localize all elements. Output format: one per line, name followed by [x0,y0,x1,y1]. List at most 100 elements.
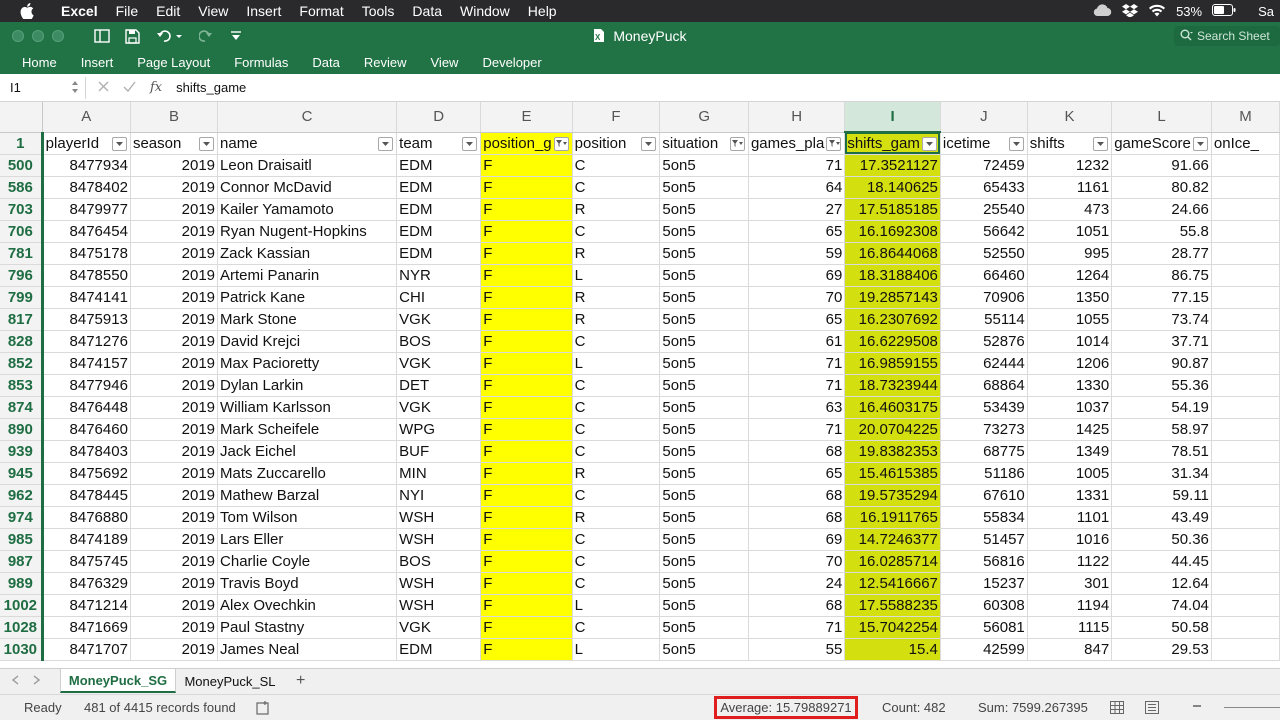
table-cell[interactable]: 12.64 [1111,572,1212,595]
menu-edit[interactable]: Edit [147,3,189,19]
name-box[interactable]: I1 [4,76,86,99]
row-header[interactable]: 945 [0,462,44,485]
tab-home[interactable]: Home [0,55,69,70]
row-header[interactable]: 1028 [0,616,44,639]
table-cell-empty[interactable] [1211,506,1280,529]
header-cell[interactable]: season [130,132,219,155]
table-cell[interactable]: 5on5 [659,572,749,595]
table-cell[interactable]: 90.87 [1111,352,1212,375]
table-cell[interactable]: 50.36 [1111,528,1212,551]
table-cell[interactable]: Lars Eller [217,528,398,551]
table-cell[interactable]: Mats Zuccarello [217,462,398,485]
table-cell-empty[interactable] [1211,154,1280,177]
tab-view[interactable]: View [419,55,471,70]
filter-dropdown-icon[interactable] [1192,136,1208,151]
scroll-sheets-left-icon[interactable] [11,675,19,688]
table-cell[interactable]: 8471214 [42,594,131,617]
table-cell[interactable]: C [572,550,661,573]
table-cell[interactable]: 2019 [130,176,219,199]
table-cell[interactable]: 29.53 [1111,638,1212,661]
table-cell[interactable]: F [480,374,573,397]
table-cell[interactable]: 8471669 [42,616,131,639]
table-cell[interactable]: R [572,462,661,485]
zoom-slider[interactable] [1224,707,1280,708]
table-cell[interactable]: WSH [396,572,482,595]
table-cell[interactable]: 74.04 [1111,594,1212,617]
table-cell[interactable]: C [572,572,661,595]
table-cell[interactable]: R [572,286,661,309]
column-header-e[interactable]: E [480,102,573,133]
table-cell[interactable]: 18.140625 [844,176,941,199]
table-cell[interactable]: VGK [396,396,482,419]
table-cell[interactable]: 1194 [1027,594,1113,617]
table-cell[interactable]: 1037 [1027,396,1113,419]
table-cell[interactable]: 5on5 [659,594,749,617]
table-cell[interactable]: 5on5 [659,308,749,331]
table-cell[interactable]: 77.15 [1111,286,1212,309]
row-header[interactable]: 706 [0,220,44,243]
zoom-out-icon[interactable] [1192,699,1202,716]
table-cell[interactable]: 68 [748,594,846,617]
header-cell[interactable]: onIce_ [1211,132,1280,155]
table-cell[interactable]: 2019 [130,286,219,309]
table-cell-empty[interactable] [1211,616,1280,639]
spreadsheet-grid[interactable]: A B C D E F G H I J K L M 1 playerId season name team posi… [0,102,1280,668]
table-cell-empty[interactable] [1211,440,1280,463]
row-header[interactable]: 703 [0,198,44,221]
table-cell[interactable]: 18.3188406 [844,264,941,287]
row-header[interactable]: 796 [0,264,44,287]
row-header[interactable]: 828 [0,330,44,353]
table-cell[interactable]: WPG [396,418,482,441]
table-cell[interactable]: WSH [396,528,482,551]
table-cell[interactable]: 2019 [130,352,219,375]
table-cell-empty[interactable] [1211,528,1280,551]
row-header[interactable]: 853 [0,374,44,397]
table-cell[interactable]: 2019 [130,418,219,441]
table-cell[interactable]: C [572,176,661,199]
header-cell[interactable]: playerId [42,132,131,155]
table-cell-empty[interactable] [1211,638,1280,661]
add-sheet-icon[interactable]: + [296,672,305,690]
table-cell[interactable]: 65 [748,462,846,485]
table-cell[interactable]: 17.5185185 [844,198,941,221]
table-cell[interactable]: 70 [748,550,846,573]
table-cell[interactable]: F [480,198,573,221]
table-cell[interactable]: 8476454 [42,220,131,243]
table-cell[interactable]: Mark Stone [217,308,398,331]
row-header[interactable]: 500 [0,154,44,177]
table-cell[interactable]: 1232 [1027,154,1113,177]
table-cell[interactable]: 301 [1027,572,1113,595]
table-cell[interactable]: 1005 [1027,462,1113,485]
table-cell[interactable]: L [572,638,661,661]
table-cell[interactable]: 8475692 [42,462,131,485]
table-cell[interactable]: 59 [748,242,846,265]
table-cell[interactable]: 2019 [130,638,219,661]
table-cell-empty[interactable] [1211,550,1280,573]
table-cell-empty[interactable] [1211,352,1280,375]
table-cell[interactable]: 91.66 [1111,154,1212,177]
menu-data[interactable]: Data [403,3,451,19]
table-cell[interactable]: 8475913 [42,308,131,331]
table-cell[interactable]: 1115 [1027,616,1113,639]
header-cell[interactable]: situation [659,132,749,155]
table-cell[interactable]: 12.5416667 [844,572,941,595]
normal-view-icon[interactable] [1110,701,1124,717]
table-cell[interactable]: 473 [1027,198,1113,221]
search-sheet-field[interactable]: Search Sheet [1174,26,1280,46]
table-cell[interactable]: 2019 [130,220,219,243]
table-cell[interactable]: 1055 [1027,308,1113,331]
table-cell[interactable]: 67610 [940,484,1028,507]
table-cell[interactable]: 995 [1027,242,1113,265]
filter-dropdown-icon[interactable] [1093,136,1109,151]
table-cell[interactable]: 1350 [1027,286,1113,309]
header-cell[interactable]: games_pla [748,132,846,155]
header-cell[interactable]: position [572,132,661,155]
select-all-corner[interactable] [0,102,43,133]
row-header[interactable]: 989 [0,572,44,595]
row-header[interactable]: 974 [0,506,44,529]
table-cell[interactable]: VGK [396,352,482,375]
table-cell[interactable]: WSH [396,506,482,529]
table-cell[interactable]: 2019 [130,154,219,177]
table-cell[interactable]: 69 [748,264,846,287]
header-cell[interactable]: shifts_gam [844,132,941,155]
